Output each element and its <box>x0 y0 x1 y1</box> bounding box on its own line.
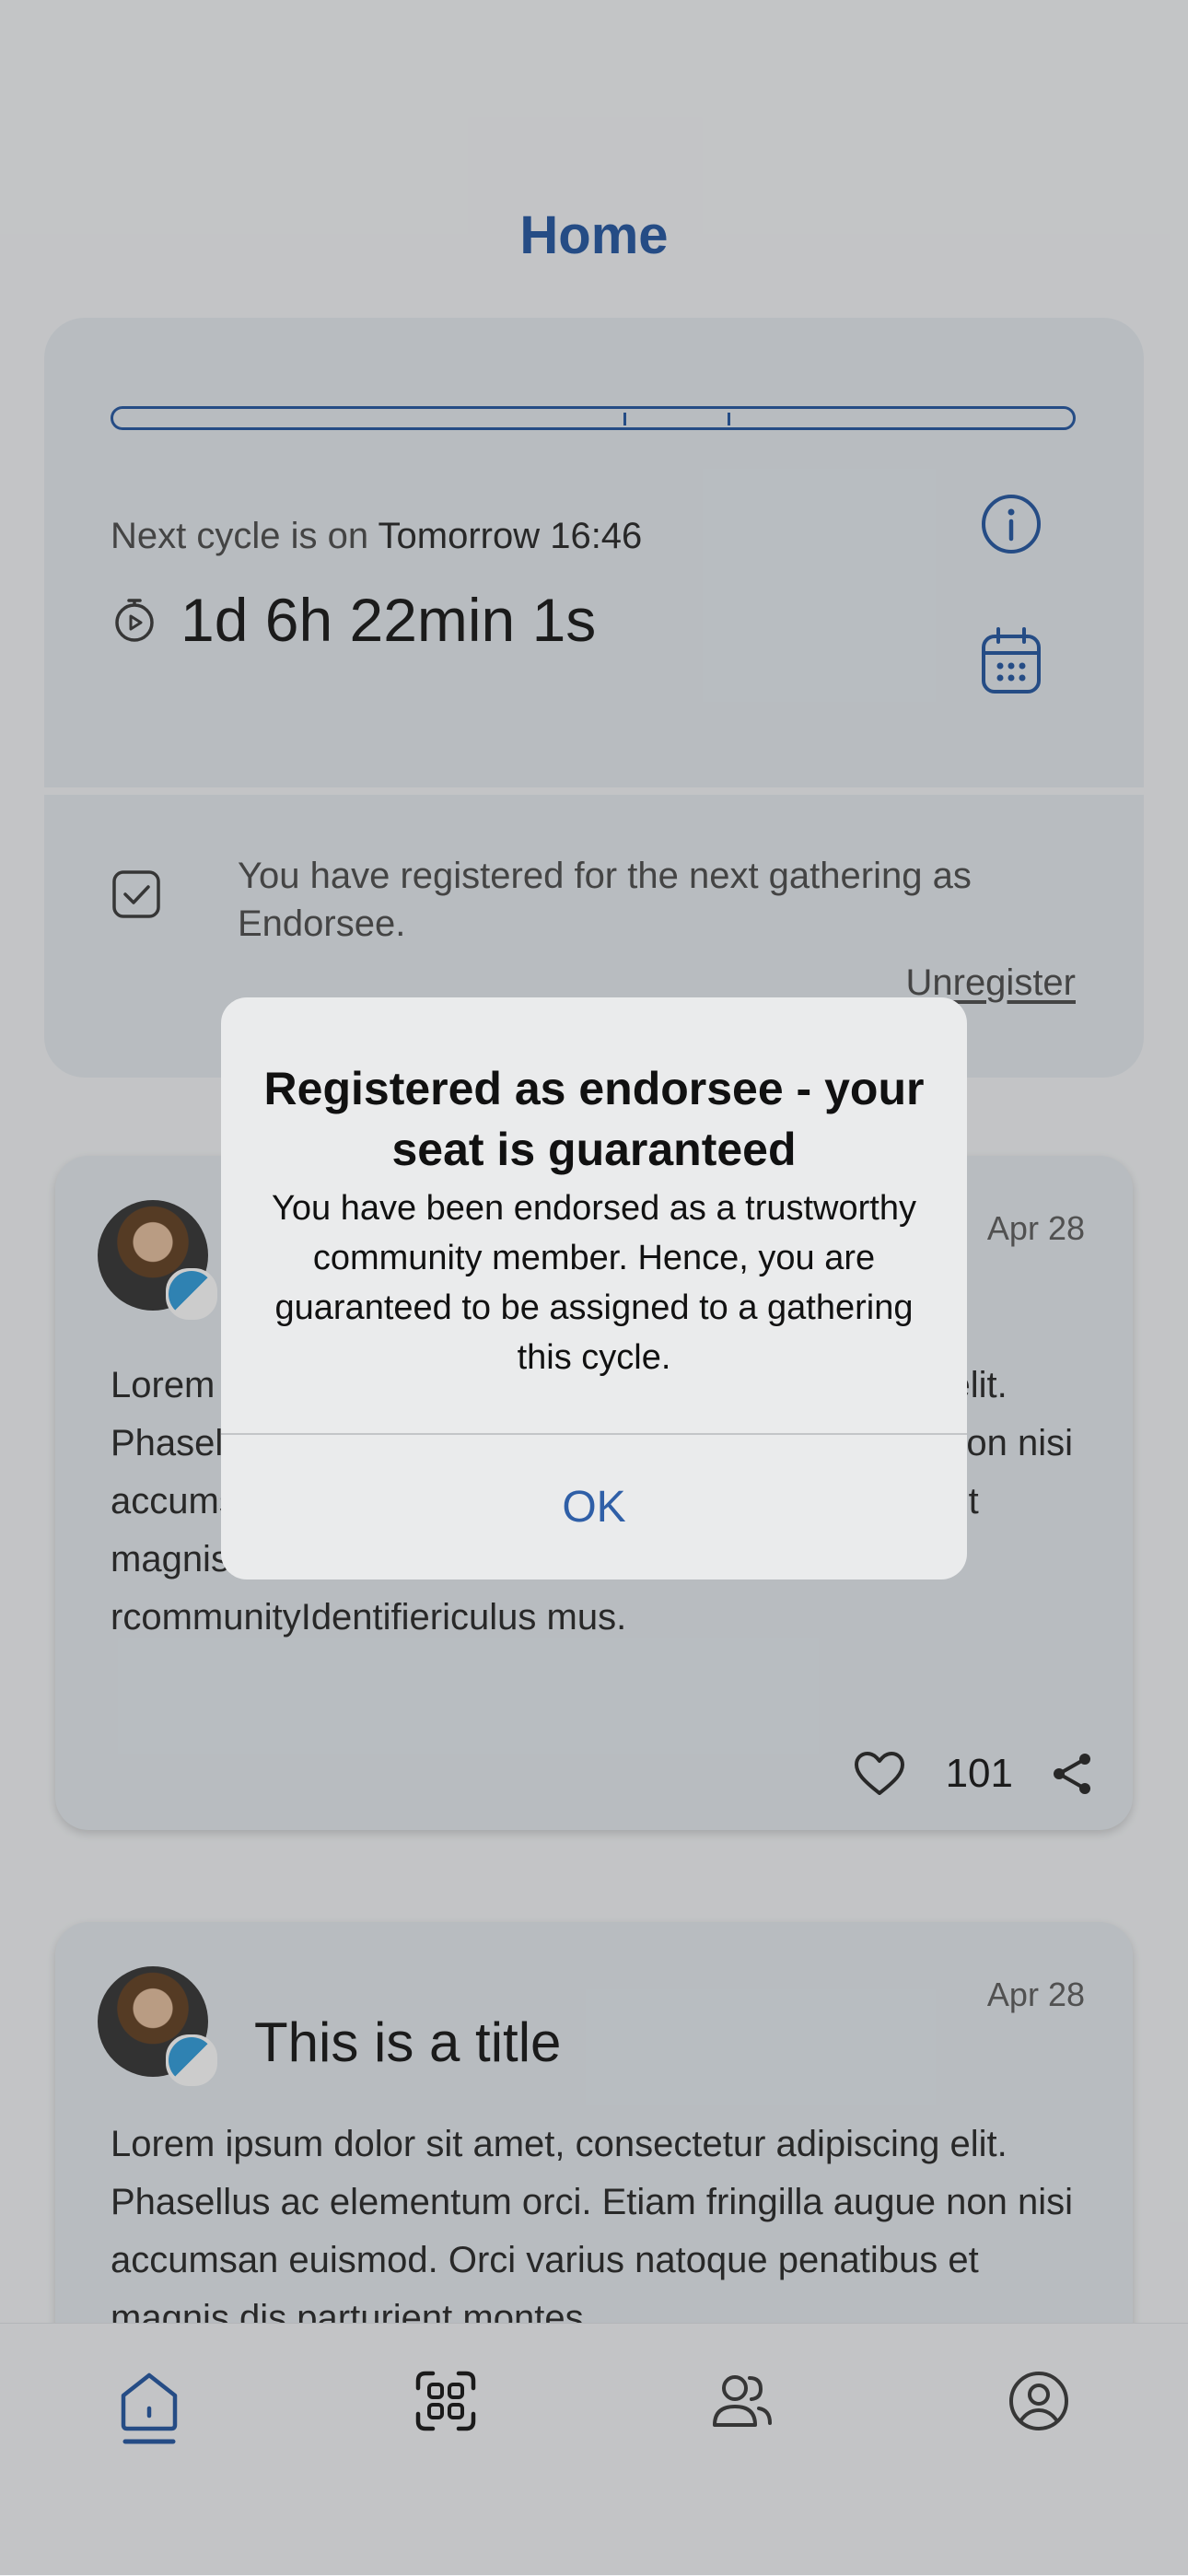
ok-button[interactable]: OK <box>221 1435 967 1579</box>
dialog-message: You have been endorsed as a trustworthy … <box>272 1189 916 1377</box>
dialog-title: Registered as endorsee - your seat is gu… <box>263 1063 925 1175</box>
home-screen: Home Next cycle is on Tomorrow 16:46 1d … <box>0 0 1188 2576</box>
alert-dialog: Registered as endorsee - your seat is gu… <box>221 997 967 1579</box>
